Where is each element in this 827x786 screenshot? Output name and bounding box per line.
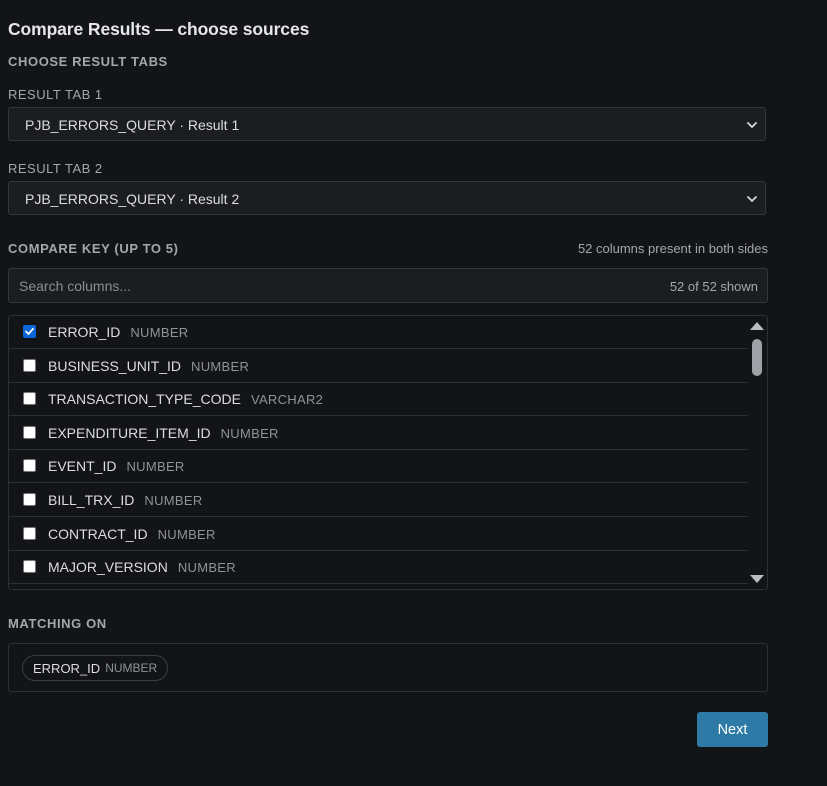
- column-checkbox[interactable]: [23, 560, 36, 574]
- column-label: EVENT_ID NUMBER: [48, 458, 185, 474]
- scroll-up-arrow[interactable]: [750, 322, 764, 330]
- chevron-down-icon: [747, 122, 757, 128]
- compare-key-heading: COMPARE KEY (UP TO 5): [8, 241, 179, 256]
- result-tab-1-value: PJB_ERRORS_QUERY · Result 1: [25, 117, 240, 133]
- column-row[interactable]: MAJOR_VERSION NUMBER: [9, 551, 748, 585]
- column-type: NUMBER: [191, 358, 250, 374]
- matching-on-heading: MATCHING ON: [8, 616, 107, 631]
- column-row[interactable]: TRANSACTION_TYPE_CODE VARCHAR2: [9, 383, 748, 417]
- result-tab-1-select[interactable]: PJB_ERRORS_QUERY · Result 1: [8, 107, 766, 141]
- column-row[interactable]: BILL_TRX_ID NUMBER: [9, 484, 748, 517]
- column-label: ERROR_ID NUMBER: [48, 324, 189, 340]
- column-checkbox[interactable]: [23, 392, 36, 406]
- chip-column-type: NUMBER: [105, 661, 158, 675]
- column-type: NUMBER: [130, 325, 189, 340]
- column-type: VARCHAR2: [250, 392, 324, 408]
- column-name: MAJOR_VERSION: [48, 559, 168, 576]
- column-label: BILL_TRX_ID NUMBER: [48, 492, 203, 508]
- column-name: EXPENDITURE_ITEM_ID: [48, 424, 211, 441]
- column-row[interactable]: ERROR_ID NUMBER: [9, 316, 748, 349]
- column-row[interactable]: EVENT_ID NUMBER: [9, 450, 748, 484]
- search-columns-input[interactable]: [9, 269, 629, 302]
- column-checkbox[interactable]: [23, 493, 36, 506]
- scroll-thumb[interactable]: [752, 339, 762, 376]
- result-tab-1-label: RESULT TAB 1: [8, 87, 103, 102]
- column-label: EXPENDITURE_ITEM_ID NUMBER: [48, 425, 279, 441]
- column-row[interactable]: EXPENDITURE_ITEM_ID NUMBER: [9, 417, 748, 450]
- next-button[interactable]: Next: [697, 712, 768, 747]
- column-type: NUMBER: [177, 560, 236, 576]
- column-name: EVENT_ID: [48, 458, 117, 475]
- column-type: NUMBER: [126, 459, 185, 475]
- column-checkbox[interactable]: [23, 325, 36, 338]
- column-label: BUSINESS_UNIT_ID NUMBER: [48, 358, 249, 374]
- choose-result-tabs-heading: CHOOSE RESULT TABS: [8, 54, 168, 69]
- column-row[interactable]: CONTRACT_ID NUMBER: [9, 518, 748, 551]
- column-type: NUMBER: [157, 526, 216, 542]
- column-name: ERROR_ID: [48, 324, 121, 340]
- result-tab-2-label: RESULT TAB 2: [8, 161, 103, 176]
- column-name: BUSINESS_UNIT_ID: [48, 357, 182, 374]
- column-name: BILL_TRX_ID: [48, 492, 135, 508]
- scrollbar[interactable]: [747, 316, 767, 589]
- matching-chip[interactable]: ERROR_ID NUMBER: [22, 655, 169, 681]
- chip-column-name: ERROR_ID: [33, 660, 101, 676]
- checkmark-icon: [25, 327, 34, 335]
- result-tab-2-select[interactable]: PJB_ERRORS_QUERY · Result 2: [8, 181, 766, 215]
- column-checkbox[interactable]: [23, 358, 36, 372]
- column-label: TRANSACTION_TYPE_CODE VARCHAR2: [48, 391, 323, 407]
- column-label: MAJOR_VERSION NUMBER: [48, 559, 236, 575]
- column-type: NUMBER: [144, 493, 203, 508]
- column-name: CONTRACT_ID: [48, 525, 148, 542]
- search-box: 52 of 52 shown: [8, 268, 768, 303]
- page-title: Compare Results — choose sources: [8, 19, 310, 39]
- column-label: CONTRACT_ID NUMBER: [48, 526, 216, 542]
- column-type: NUMBER: [220, 425, 279, 441]
- result-tab-2-value: PJB_ERRORS_QUERY · Result 2: [25, 191, 240, 207]
- compare-key-info: 52 columns present in both sides: [577, 241, 768, 256]
- column-checkbox[interactable]: [23, 526, 36, 540]
- search-count: 52 of 52 shown: [669, 279, 758, 294]
- matching-on-box: ERROR_ID NUMBER: [8, 643, 768, 692]
- scroll-down-arrow[interactable]: [750, 575, 764, 583]
- column-row[interactable]: BUSINESS_UNIT_ID NUMBER: [9, 350, 748, 383]
- column-list: ERROR_ID NUMBER BUSINESS_UNIT_ID NUMBER TRAN…: [8, 315, 768, 590]
- column-checkbox[interactable]: [23, 459, 36, 473]
- column-name: TRANSACTION_TYPE_CODE: [48, 391, 241, 408]
- column-checkbox[interactable]: [23, 425, 36, 439]
- chevron-down-icon: [747, 196, 757, 202]
